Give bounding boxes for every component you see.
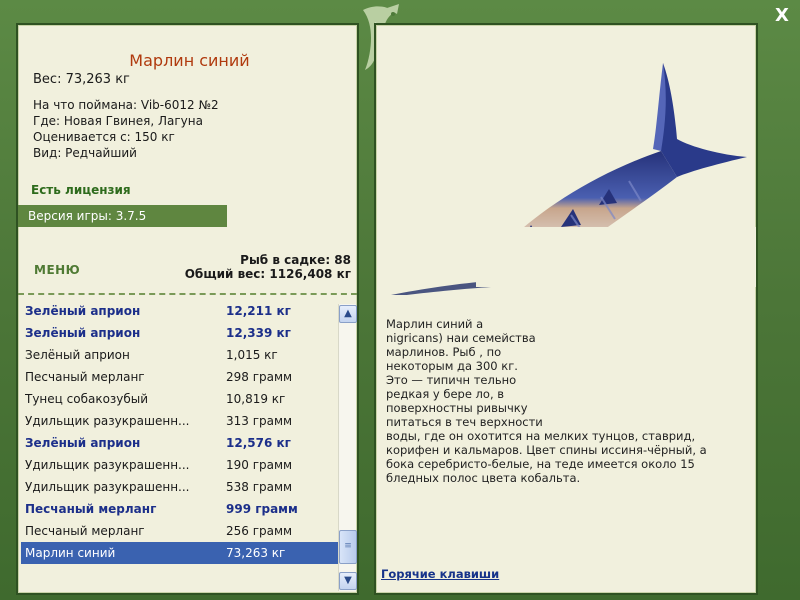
desc-line: поверхностны ривычку [386, 401, 528, 415]
fish-description: Марлин синий а nigricans) наи семейства … [386, 317, 751, 485]
close-button[interactable]: X [772, 6, 792, 26]
info-min-weight: Оценивается с: 150 кг [33, 130, 175, 144]
list-item-name: Тунец собакозубый [25, 392, 149, 406]
list-item[interactable]: Марлин синий 73,263 кг [21, 542, 338, 564]
list-item-name: Песчаный мерланг [25, 524, 145, 538]
list-item[interactable]: Удильщик разукрашенн... 313 грамм [21, 410, 338, 432]
list-item-weight: 12,211 кг [226, 304, 291, 318]
desc-line: редкая у бере ло, в [386, 387, 505, 401]
list-item[interactable]: Зелёный априон 12,339 кг [21, 322, 338, 344]
desc-line: Марлин синий а [386, 317, 484, 331]
list-item[interactable]: Песчаный мерланг 999 грамм [21, 498, 338, 520]
desc-line: корифен и кальмаров. Цвет спины иссиня-ч… [386, 443, 707, 457]
image-mask [476, 227, 756, 287]
list-item-weight: 538 грамм [226, 480, 293, 494]
list-item-name: Удильщик разукрашенн... [25, 458, 190, 472]
desc-line: nigricans) наи семейства [386, 331, 536, 345]
desc-line: бока серебристо-белые, на теде имеется о… [386, 457, 695, 471]
list-item-weight: 12,576 кг [226, 436, 291, 450]
list-item[interactable]: Удильщик разукрашенн... 190 грамм [21, 454, 338, 476]
list-item-name: Удильщик разукрашенн... [25, 480, 190, 494]
license-status: Есть лицензия [31, 183, 131, 197]
desc-line: некоторым да 300 кг. [386, 359, 518, 373]
list-item-name: Песчаный мерланг [25, 502, 157, 516]
list-item-name: Зелёный априон [25, 436, 141, 450]
desc-line: Это — типичн тельно [386, 373, 517, 387]
list-item-weight: 256 грамм [226, 524, 293, 538]
list-item-name: Марлин синий [25, 546, 116, 560]
list-item[interactable]: Песчаный мерланг 298 грамм [21, 366, 338, 388]
total-weight: Общий вес: 1126,408 кг [184, 267, 351, 281]
list-item[interactable]: Зелёный априон 12,576 кг [21, 432, 338, 454]
list-item-weight: 298 грамм [226, 370, 293, 384]
info-rarity: Вид: Редчайший [33, 146, 137, 160]
list-item-weight: 12,339 кг [226, 326, 291, 340]
divider [18, 293, 357, 295]
list-item-weight: 190 грамм [226, 458, 293, 472]
scroll-down-icon[interactable]: ▼ [339, 572, 357, 590]
desc-line: воды, где он охотится на мелких тунцов, … [386, 429, 696, 443]
list-item-weight: 999 грамм [226, 502, 298, 516]
catch-panel: Марлин синий Вес: 73,263 кг На что пойма… [16, 23, 359, 595]
list-item-weight: 1,015 кг [226, 348, 278, 362]
catch-list: Зелёный априон 12,211 кг Зелёный априон 12,… [21, 300, 338, 592]
list-item-name: Зелёный априон [25, 304, 141, 318]
desc-line: питаться в теч верхности [386, 415, 543, 429]
menu-button[interactable]: МЕНЮ [34, 263, 80, 277]
fish-weight: Вес: 73,263 кг [33, 72, 130, 87]
keepnet-stats: Рыб в садке: 88 Общий вес: 1126,408 кг [185, 253, 351, 281]
list-item-weight: 10,819 кг [226, 392, 286, 406]
list-item-weight: 313 грамм [226, 414, 293, 428]
fish-count: Рыб в садке: 88 [240, 253, 351, 267]
list-item-name: Зелёный априон [25, 348, 130, 362]
info-bait: На что поймана: Vib-6012 №2 [33, 98, 219, 112]
fish-title: Марлин синий [129, 51, 250, 70]
list-item-weight: 73,263 кг [226, 546, 286, 560]
list-item[interactable]: Зелёный априон 1,015 кг [21, 344, 338, 366]
fish-detail-panel: Марлин синий а nigricans) наи семейства … [374, 23, 758, 595]
desc-line: бледных полос цвета кобальта. [386, 471, 581, 485]
scroll-thumb[interactable]: ≡ [339, 530, 357, 564]
list-item[interactable]: Зелёный априон 12,211 кг [21, 300, 338, 322]
info-location: Где: Новая Гвинея, Лагуна [33, 114, 203, 128]
list-item[interactable]: Удильщик разукрашенн... 538 грамм [21, 476, 338, 498]
list-item-name: Зелёный априон [25, 326, 141, 340]
list-item-name: Удильщик разукрашенн... [25, 414, 190, 428]
list-item-name: Песчаный мерланг [25, 370, 145, 384]
version-bar: Версия игры: 3.7.5 [18, 205, 227, 227]
fish-info: На что поймана: Vib-6012 №2 Где: Новая Г… [33, 97, 219, 161]
list-item[interactable]: Тунец собакозубый 10,819 кг [21, 388, 338, 410]
scroll-up-icon[interactable]: ▲ [339, 305, 357, 323]
desc-line: марлинов. Рыб , по [386, 345, 502, 359]
list-scrollbar[interactable]: ▲ ≡ ▼ [338, 304, 357, 591]
hotkeys-link[interactable]: Горячие клавиши [381, 567, 499, 581]
list-item[interactable]: Песчаный мерланг 256 грамм [21, 520, 338, 542]
